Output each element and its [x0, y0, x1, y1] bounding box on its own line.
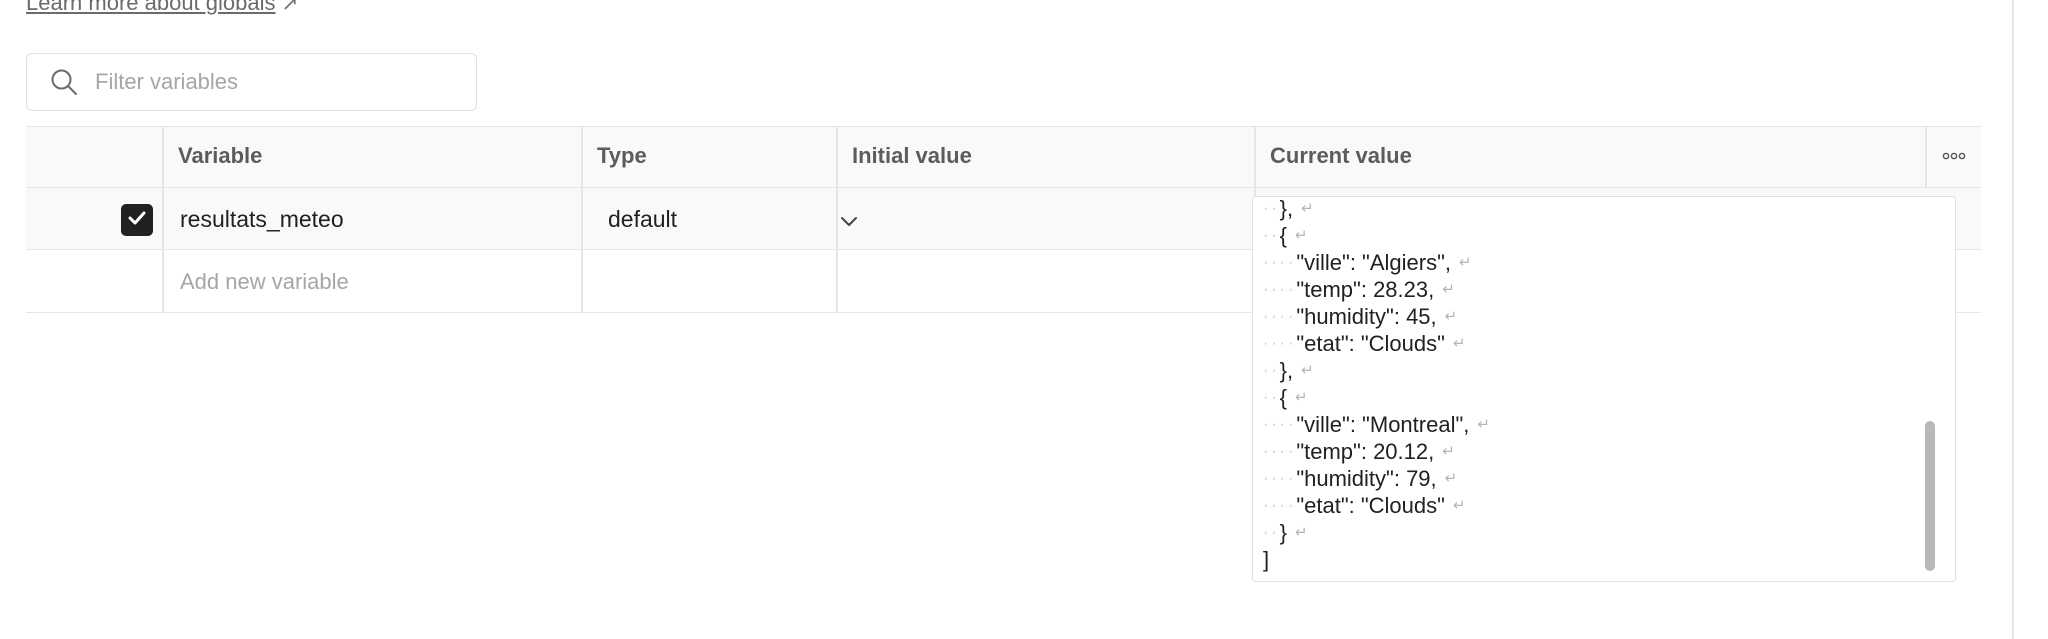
code-line: ··}, ↵	[1263, 357, 1490, 384]
code-line: ···· "ville": "Algiers", ↵	[1263, 249, 1490, 276]
whitespace-marker: ··	[1263, 362, 1280, 379]
column-divider	[162, 126, 164, 313]
panel-divider	[2012, 0, 2014, 639]
code-text: }	[1279, 520, 1288, 545]
type-select-value: default	[608, 205, 678, 232]
variable-name[interactable]: resultats_meteo	[180, 188, 344, 250]
whitespace-marker: ····	[1263, 308, 1297, 325]
code-text: {	[1279, 223, 1288, 248]
code-text: "etat": "Clouds"	[1296, 331, 1445, 356]
code-text: "ville": "Algiers",	[1296, 250, 1452, 275]
return-icon: ↵	[1459, 254, 1472, 271]
variable-enabled-checkbox[interactable]	[121, 204, 153, 236]
learn-more-globals-link[interactable]: Learn more about globals ↗	[26, 0, 298, 16]
code-line: ··{ ↵	[1263, 384, 1490, 411]
return-icon: ↵	[1301, 362, 1314, 379]
whitespace-marker: ··	[1263, 524, 1280, 541]
code-text: "temp": 28.23,	[1296, 277, 1435, 302]
code-text: "temp": 20.12,	[1296, 439, 1435, 464]
return-icon: ↵	[1444, 308, 1458, 325]
code-line: ···· "etat": "Clouds" ↵	[1263, 492, 1490, 519]
header-initial-value: Initial value	[852, 143, 972, 168]
code-text: "ville": "Montreal",	[1296, 412, 1470, 437]
return-icon: ↵	[1295, 227, 1308, 244]
type-select[interactable]: default	[608, 188, 858, 250]
json-code: ··}, ↵ ··{↵ ···· "ville": "Algiers", ↵ ···· "te…	[1263, 196, 1490, 573]
more-options-button[interactable]	[1926, 126, 1981, 186]
whitespace-marker: ··	[1263, 200, 1280, 217]
code-line: ]	[1263, 546, 1490, 573]
column-divider	[581, 126, 583, 313]
return-icon: ↵	[1295, 524, 1308, 541]
external-link-arrow-icon: ↗	[281, 0, 299, 15]
table-header	[26, 126, 1981, 188]
whitespace-marker: ··	[1263, 227, 1280, 244]
return-icon: ↵	[1452, 497, 1466, 514]
code-line: ··{ ↵	[1263, 222, 1490, 249]
return-icon: ↵	[1477, 416, 1490, 433]
header-current-value: Current value	[1270, 143, 1412, 168]
whitespace-marker: ····	[1263, 335, 1297, 352]
current-value-editor[interactable]: ··}, ↵ ··{↵ ···· "ville": "Algiers", ↵ ···· "te…	[1252, 196, 1956, 582]
code-line: ···· "temp": 20.12, ↵	[1263, 438, 1490, 465]
return-icon: ↵	[1442, 443, 1455, 460]
return-icon: ↵	[1444, 470, 1458, 487]
whitespace-marker: ··	[1263, 389, 1280, 406]
add-new-variable-input[interactable]: Add new variable	[180, 250, 349, 313]
whitespace-marker: ····	[1263, 281, 1297, 298]
whitespace-marker: ····	[1263, 497, 1297, 514]
whitespace-marker: ····	[1263, 443, 1297, 460]
code-text: "humidity": 79,	[1296, 466, 1437, 491]
code-text: },	[1279, 358, 1294, 383]
add-initial-value-cell[interactable]	[852, 250, 1252, 313]
code-line: ···· "humidity": 45, ↵	[1263, 303, 1490, 330]
filter-variables-input[interactable]	[93, 68, 437, 96]
filter-variables-box[interactable]	[26, 53, 477, 111]
code-line: ···· "ville": "Montreal", ↵	[1263, 411, 1490, 438]
code-line: ···· "temp": 28.23, ↵	[1263, 276, 1490, 303]
code-text: },	[1279, 196, 1294, 221]
add-type-cell[interactable]	[597, 250, 832, 313]
return-icon: ↵	[1301, 200, 1314, 217]
whitespace-marker: ····	[1263, 254, 1297, 271]
return-icon: ↵	[1442, 281, 1455, 298]
code-line: ···· "humidity": 79, ↵	[1263, 465, 1490, 492]
code-line: ··} ↵	[1263, 519, 1490, 546]
code-text: ]	[1263, 547, 1270, 572]
return-icon: ↵	[1452, 335, 1466, 352]
more-horizontal-icon	[1942, 147, 1966, 165]
editor-scrollbar[interactable]	[1925, 421, 1935, 571]
code-text: "etat": "Clouds"	[1296, 493, 1445, 518]
header-variable: Variable	[178, 143, 263, 168]
search-icon	[49, 67, 79, 97]
checkmark-icon	[126, 207, 148, 234]
return-icon: ↵	[1295, 389, 1308, 406]
code-line: ··}, ↵	[1263, 196, 1490, 222]
code-text: "humidity": 45,	[1296, 304, 1437, 329]
initial-value-field[interactable]	[852, 188, 1252, 250]
whitespace-marker: ····	[1263, 416, 1297, 433]
code-text: {	[1279, 385, 1288, 410]
code-line: ···· "etat": "Clouds" ↵	[1263, 330, 1490, 357]
learn-more-label: Learn more about globals	[26, 0, 276, 15]
whitespace-marker: ····	[1263, 470, 1297, 487]
header-type: Type	[597, 143, 647, 168]
